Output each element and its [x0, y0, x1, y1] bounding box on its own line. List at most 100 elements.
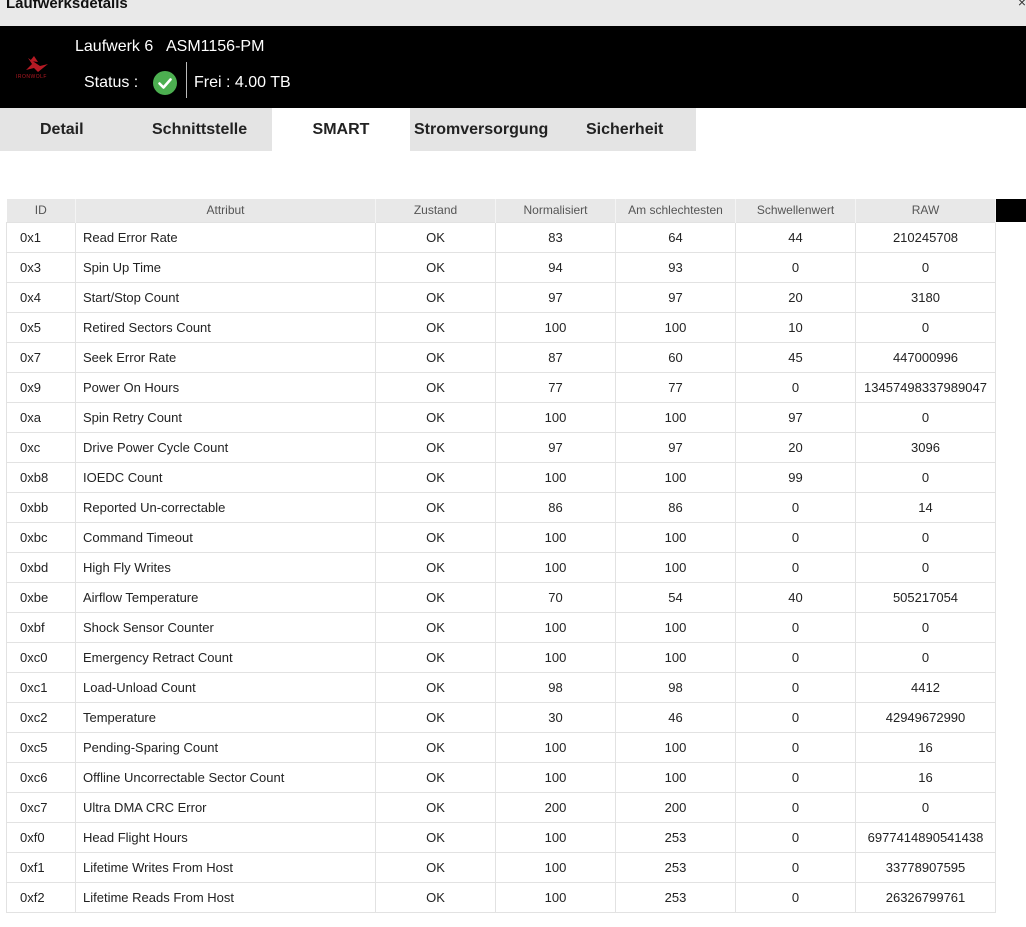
table-row[interactable]: 0xc2 Temperature OK 30 46 0 42949672990 [6, 701, 996, 733]
table-row[interactable]: 0x7 Seek Error Rate OK 87 60 45 447000996 [6, 341, 996, 373]
table-row[interactable]: 0xbf Shock Sensor Counter OK 100 100 0 0 [6, 611, 996, 643]
cell-normalisiert: 100 [495, 851, 616, 883]
cell-am-schlechtesten: 100 [615, 551, 736, 583]
cell-am-schlechtesten: 98 [615, 671, 736, 703]
cell-schwellenwert: 0 [735, 881, 856, 913]
table-row[interactable]: 0xbc Command Timeout OK 100 100 0 0 [6, 521, 996, 553]
brand-text: IRONWOLF [16, 74, 47, 80]
tab-bar: Detail Schnittstelle SMART Stromversorgu… [0, 108, 1026, 151]
tab-detail[interactable]: Detail [40, 108, 84, 151]
cell-normalisiert: 100 [495, 401, 616, 433]
close-icon[interactable]: × [1018, 0, 1026, 10]
cell-normalisiert: 70 [495, 581, 616, 613]
cell-raw: 42949672990 [855, 701, 996, 733]
table-row[interactable]: 0xc1 Load-Unload Count OK 98 98 0 4412 [6, 671, 996, 703]
cell-normalisiert: 100 [495, 731, 616, 763]
cell-attribut: Airflow Temperature [75, 581, 376, 613]
cell-normalisiert: 100 [495, 461, 616, 493]
cell-attribut: Ultra DMA CRC Error [75, 791, 376, 823]
table-row[interactable]: 0x4 Start/Stop Count OK 97 97 20 3180 [6, 281, 996, 313]
cell-schwellenwert: 0 [735, 701, 856, 733]
table-row[interactable]: 0xc6 Offline Uncorrectable Sector Count OK… [6, 761, 996, 793]
cell-attribut: Spin Retry Count [75, 401, 376, 433]
cell-zustand: OK [375, 671, 496, 703]
table-row[interactable]: 0x1 Read Error Rate OK 83 64 44 210245708 [6, 221, 996, 253]
cell-raw: 33778907595 [855, 851, 996, 883]
cell-schwellenwert: 0 [735, 791, 856, 823]
tab-stromversorgung[interactable]: Stromversorgung [414, 108, 548, 151]
table-row[interactable]: 0xc5 Pending-Sparing Count OK 100 100 0 16 [6, 731, 996, 763]
cell-id: 0xbe [6, 581, 76, 613]
table-row[interactable]: 0xbe Airflow Temperature OK 70 54 40 505217054 [6, 581, 996, 613]
status-label: Status : [84, 74, 139, 91]
cell-attribut: Read Error Rate [75, 221, 376, 253]
cell-schwellenwert: 20 [735, 431, 856, 463]
cell-attribut: Spin Up Time [75, 251, 376, 283]
cell-normalisiert: 83 [495, 221, 616, 253]
cell-id: 0xbc [6, 521, 76, 553]
table-row[interactable]: 0xf1 Lifetime Writes From Host OK 100 253 0 33… [6, 851, 996, 883]
table-row[interactable]: 0xc Drive Power Cycle Count OK 97 97 20 3096 [6, 431, 996, 463]
column-header-raw[interactable]: RAW [855, 199, 996, 222]
cell-normalisiert: 86 [495, 491, 616, 523]
column-header-id[interactable]: ID [6, 199, 76, 222]
window-title: Laufwerksdetails [6, 0, 128, 12]
cell-am-schlechtesten: 253 [615, 881, 736, 913]
cell-am-schlechtesten: 100 [615, 641, 736, 673]
column-header-am-schlechtesten[interactable]: Am schlechtesten [615, 199, 736, 222]
table-row[interactable]: 0xbd High Fly Writes OK 100 100 0 0 [6, 551, 996, 583]
table-row[interactable]: 0x5 Retired Sectors Count OK 100 100 10 0 [6, 311, 996, 343]
cell-id: 0xbd [6, 551, 76, 583]
cell-attribut: Lifetime Writes From Host [75, 851, 376, 883]
cell-zustand: OK [375, 281, 496, 313]
cell-schwellenwert: 97 [735, 401, 856, 433]
table-row[interactable]: 0x3 Spin Up Time OK 94 93 0 0 [6, 251, 996, 283]
cell-id: 0xc2 [6, 701, 76, 733]
cell-normalisiert: 97 [495, 431, 616, 463]
tab-smart[interactable]: SMART [272, 108, 410, 151]
cell-am-schlechtesten: 100 [615, 461, 736, 493]
table-row[interactable]: 0xc7 Ultra DMA CRC Error OK 200 200 0 0 [6, 791, 996, 823]
column-header-attribut[interactable]: Attribut [75, 199, 376, 222]
cell-zustand: OK [375, 371, 496, 403]
cell-schwellenwert: 99 [735, 461, 856, 493]
table-row[interactable]: 0xc0 Emergency Retract Count OK 100 100 0 0 [6, 641, 996, 673]
table-row[interactable]: 0x9 Power On Hours OK 77 77 0 1345749833798904… [6, 371, 996, 403]
cell-normalisiert: 100 [495, 641, 616, 673]
cell-zustand: OK [375, 251, 496, 283]
cell-normalisiert: 97 [495, 281, 616, 313]
cell-attribut: Command Timeout [75, 521, 376, 553]
cell-zustand: OK [375, 581, 496, 613]
column-header-schwellenwert[interactable]: Schwellenwert [735, 199, 856, 222]
cell-am-schlechtesten: 100 [615, 611, 736, 643]
cell-id: 0xc7 [6, 791, 76, 823]
cell-zustand: OK [375, 221, 496, 253]
cell-id: 0x1 [6, 221, 76, 253]
cell-normalisiert: 87 [495, 341, 616, 373]
cell-id: 0x3 [6, 251, 76, 283]
cell-normalisiert: 100 [495, 311, 616, 343]
column-header-normalisiert[interactable]: Normalisiert [495, 199, 616, 222]
column-header-zustand[interactable]: Zustand [375, 199, 496, 222]
cell-raw: 14 [855, 491, 996, 523]
cell-am-schlechtesten: 97 [615, 431, 736, 463]
cell-id: 0xb8 [6, 461, 76, 493]
tab-sicherheit[interactable]: Sicherheit [586, 108, 663, 151]
table-row[interactable]: 0xf2 Lifetime Reads From Host OK 100 253 0 263… [6, 881, 996, 913]
table-row[interactable]: 0xbb Reported Un-correctable OK 86 86 0 14 [6, 491, 996, 523]
cell-am-schlechtesten: 93 [615, 251, 736, 283]
cell-normalisiert: 100 [495, 821, 616, 853]
table-row[interactable]: 0xb8 IOEDC Count OK 100 100 99 0 [6, 461, 996, 493]
tab-schnittstelle[interactable]: Schnittstelle [152, 108, 247, 151]
cell-schwellenwert: 0 [735, 521, 856, 553]
table-row[interactable]: 0xa Spin Retry Count OK 100 100 97 0 [6, 401, 996, 433]
cell-id: 0x7 [6, 341, 76, 373]
scrollbar[interactable] [995, 199, 1026, 222]
table-row[interactable]: 0xf0 Head Flight Hours OK 100 253 0 6977414890… [6, 821, 996, 853]
cell-schwellenwert: 0 [735, 731, 856, 763]
cell-am-schlechtesten: 100 [615, 761, 736, 793]
cell-raw: 0 [855, 311, 996, 343]
cell-am-schlechtesten: 46 [615, 701, 736, 733]
cell-zustand: OK [375, 461, 496, 493]
cell-schwellenwert: 0 [735, 551, 856, 583]
